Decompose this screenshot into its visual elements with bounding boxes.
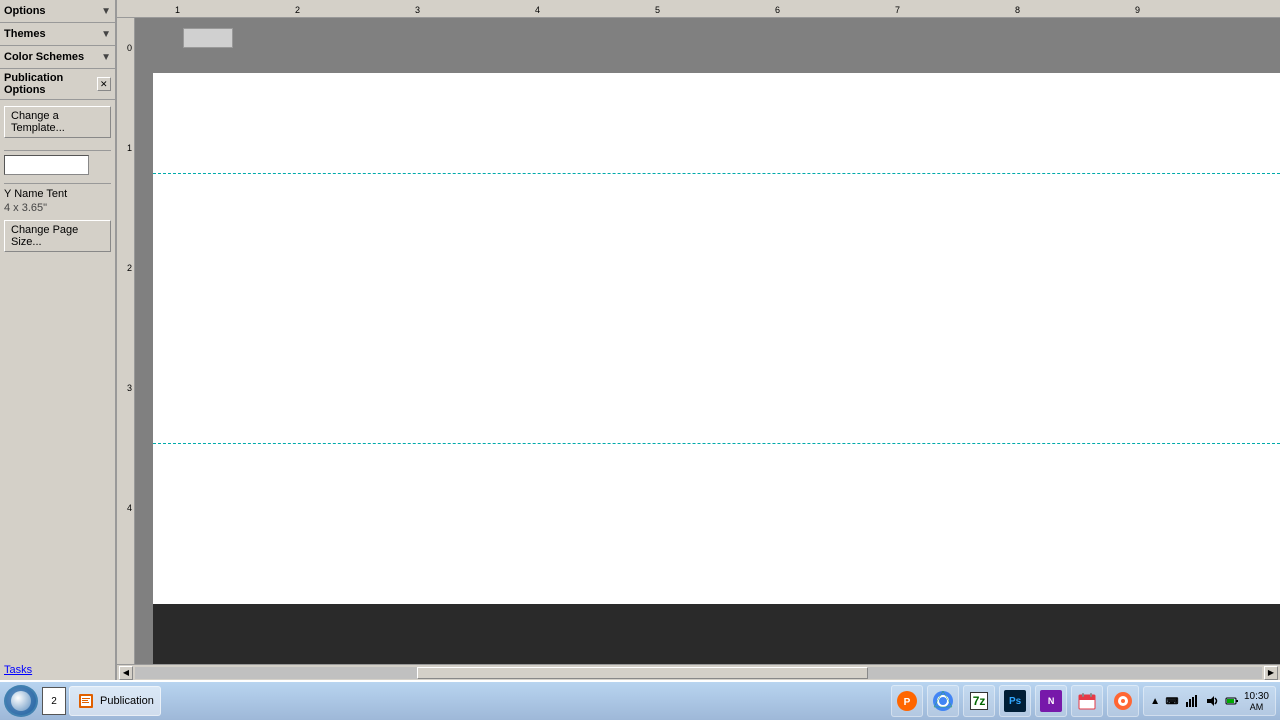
7zip-dock-icon[interactable]: 7z <box>963 685 995 717</box>
h-scrollbar: ◀ ▶ <box>117 664 1280 680</box>
color-schemes-label: Color Schemes <box>4 51 84 63</box>
system-clock[interactable]: 10:30 AM <box>1244 691 1269 712</box>
clock-time: 10:30 <box>1244 691 1269 702</box>
chrome-dock-icon[interactable] <box>927 685 959 717</box>
taskbar: 2 Publication <box>0 680 1280 720</box>
horizontal-ruler: 1 2 3 4 5 6 7 8 9 <box>135 0 1280 17</box>
tasks-link[interactable]: Tasks <box>4 664 32 676</box>
top-grey-bar <box>153 18 1280 73</box>
color-schemes-header[interactable]: Color Schemes ▼ <box>0 46 115 68</box>
ruler-left: 0 1 2 3 4 <box>117 18 135 664</box>
page-canvas <box>135 18 1280 664</box>
onenote-dock-icon[interactable]: N <box>1035 685 1067 717</box>
tent-name: Y Name Tent <box>4 188 111 200</box>
ruler-mark-1: 1 <box>175 5 180 15</box>
taskbar-dock: P 7z Ps <box>891 685 1139 717</box>
divider-2 <box>4 183 111 184</box>
ruler-mark-6: 6 <box>775 5 780 15</box>
ruler-top: 1 2 3 4 5 6 7 8 9 <box>117 0 1280 18</box>
keyboard-layout-icon: ⌨ <box>1165 696 1178 707</box>
ruler-mark-4: 4 <box>535 5 540 15</box>
canvas-element <box>183 28 233 48</box>
ruler-v-1: 1 <box>127 143 132 153</box>
canvas-scroll: 0 1 2 3 4 <box>117 18 1280 664</box>
clock-date: AM <box>1244 702 1269 712</box>
options-section-header[interactable]: Options ▼ <box>0 0 115 22</box>
themes-arrow: ▼ <box>101 29 111 40</box>
pub-options-close-btn[interactable]: ✕ <box>97 77 111 91</box>
ruler-v-0: 0 <box>127 43 132 53</box>
bottom-dark-band <box>153 604 1280 664</box>
taskbar-pub-item[interactable]: Publication <box>69 686 161 716</box>
page-indicator-number: 2 <box>51 696 57 707</box>
canvas-area: 1 2 3 4 5 6 7 8 9 0 1 2 3 <box>117 0 1280 680</box>
options-section: Options ▼ <box>0 0 115 23</box>
scroll-right-arrow[interactable]: ▶ <box>1264 666 1278 680</box>
scroll-thumb[interactable] <box>417 667 868 679</box>
ruler-v-4: 4 <box>127 503 132 513</box>
scroll-track[interactable] <box>135 667 1262 679</box>
main-content: Options ▼ Themes ▼ Color Schemes ▼ <box>0 0 1280 680</box>
pub-item-label: Publication <box>100 695 154 707</box>
options-label: Options <box>4 5 46 17</box>
paint-dock-icon[interactable] <box>1107 685 1139 717</box>
themes-section-header[interactable]: Themes ▼ <box>0 23 115 45</box>
page-indicator[interactable]: 2 <box>42 687 66 715</box>
guide-line-2 <box>153 443 1280 444</box>
network-tray-icon[interactable] <box>1184 693 1200 709</box>
ruler-v-2: 2 <box>127 263 132 273</box>
start-button[interactable] <box>4 685 38 717</box>
ruler-mark-3: 3 <box>415 5 420 15</box>
options-arrow: ▼ <box>101 6 111 17</box>
pub-options-title: Publication Options <box>4 72 97 96</box>
publisher-dock-icon[interactable]: P <box>891 685 923 717</box>
tasks-section: Tasks <box>0 658 115 680</box>
ruler-v-3: 3 <box>127 383 132 393</box>
pub-options-header: Publication Options ✕ <box>0 69 115 100</box>
color-schemes-arrow: ▼ <box>101 52 111 63</box>
system-tray: ▲ ⌨ <box>1143 686 1276 716</box>
left-panel: Options ▼ Themes ▼ Color Schemes ▼ <box>0 0 117 680</box>
calendar-dock-icon[interactable] <box>1071 685 1103 717</box>
tray-expand-icon[interactable]: ▲ <box>1150 696 1160 707</box>
white-page[interactable] <box>153 73 1280 604</box>
change-page-size-button[interactable]: Change Page Size... <box>4 220 111 252</box>
themes-section: Themes ▼ <box>0 23 115 46</box>
themes-label: Themes <box>4 28 46 40</box>
color-schemes-section: Color Schemes ▼ <box>0 46 115 69</box>
ruler-mark-7: 7 <box>895 5 900 15</box>
volume-tray-icon[interactable] <box>1204 693 1220 709</box>
ruler-mark-9: 9 <box>1135 5 1140 15</box>
divider-1 <box>4 150 111 151</box>
ruler-mark-2: 2 <box>295 5 300 15</box>
pub-icon <box>76 691 96 711</box>
template-name-input[interactable] <box>4 155 89 175</box>
tent-size: 4 x 3.65" <box>4 202 111 214</box>
scroll-left-arrow[interactable]: ◀ <box>119 666 133 680</box>
taskbar-items: 2 Publication <box>42 686 891 716</box>
app-window: Options ▼ Themes ▼ Color Schemes ▼ <box>0 0 1280 720</box>
guide-line-1 <box>153 173 1280 174</box>
ruler-mark-5: 5 <box>655 5 660 15</box>
start-orb-icon <box>11 691 31 711</box>
change-template-button[interactable]: Change a Template... <box>4 106 111 138</box>
battery-tray-icon[interactable] <box>1224 693 1240 709</box>
keyboard-indicator: ⌨ <box>1164 693 1180 709</box>
photoshop-dock-icon[interactable]: Ps <box>999 685 1031 717</box>
svg-text:P: P <box>904 697 911 708</box>
ruler-mark-8: 8 <box>1015 5 1020 15</box>
pub-options-content: Change a Template... Y Name Tent 4 x 3.6… <box>0 100 115 258</box>
